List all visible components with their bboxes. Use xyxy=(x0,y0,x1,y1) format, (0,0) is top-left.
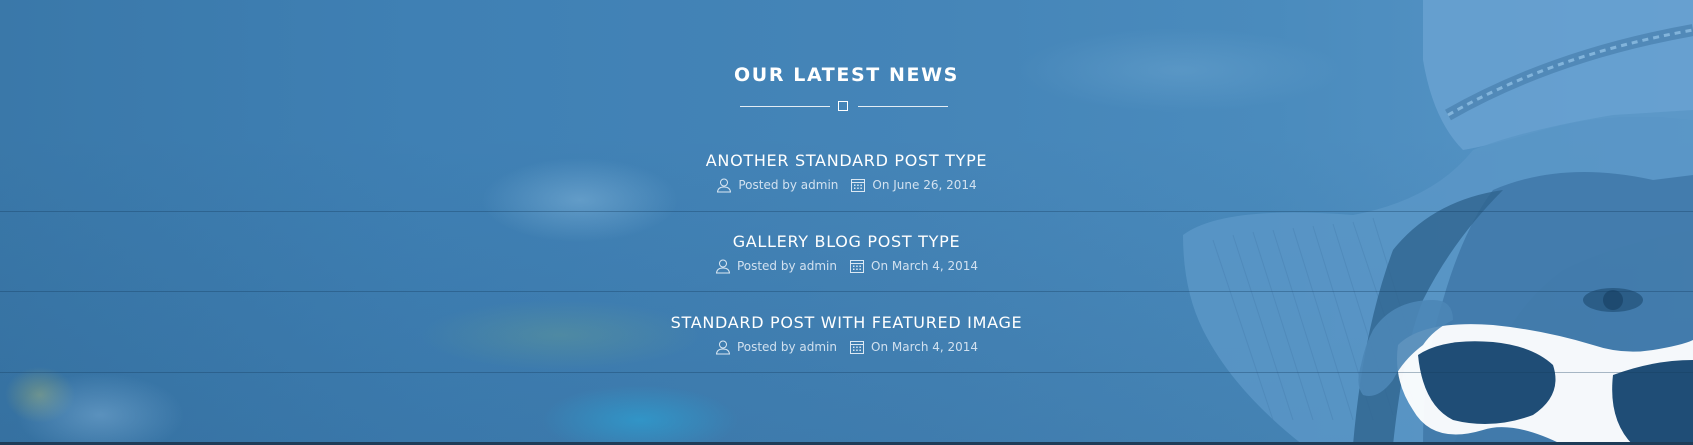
section-heading: OUR LATEST NEWS xyxy=(734,64,959,86)
divider-square-icon xyxy=(838,101,848,111)
calendar-icon xyxy=(851,179,866,192)
post-title-link[interactable]: STANDARD POST WITH FEATURED IMAGE xyxy=(0,313,1693,332)
news-item: STANDARD POST WITH FEATURED IMAGE Posted… xyxy=(0,313,1693,360)
calendar-icon xyxy=(850,341,864,354)
post-date: On March 4, 2014 xyxy=(871,340,979,354)
post-author[interactable]: Posted by admin xyxy=(738,178,838,192)
post-title-link[interactable]: ANOTHER STANDARD POST TYPE xyxy=(0,151,1693,170)
post-date: On June 26, 2014 xyxy=(872,178,977,192)
row-separator xyxy=(0,211,1693,212)
divider-line-left xyxy=(740,106,830,107)
user-icon xyxy=(715,340,730,355)
post-meta: Posted by admin On March 4, 2014 xyxy=(715,339,978,355)
post-author[interactable]: Posted by admin xyxy=(737,259,837,273)
post-title-link[interactable]: GALLERY BLOG POST TYPE xyxy=(0,232,1693,251)
row-separator xyxy=(0,372,1693,373)
post-author[interactable]: Posted by admin xyxy=(737,340,837,354)
news-item: GALLERY BLOG POST TYPE Posted by admin O… xyxy=(0,232,1693,279)
news-item: ANOTHER STANDARD POST TYPE Posted by adm… xyxy=(0,151,1693,198)
heading-divider xyxy=(740,100,948,113)
latest-news-section: OUR LATEST NEWS ANOTHER STANDARD POST TY… xyxy=(0,0,1693,445)
user-icon xyxy=(717,178,732,193)
post-meta: Posted by admin On March 4, 2014 xyxy=(715,258,978,274)
row-separator xyxy=(0,291,1693,292)
post-meta: Posted by admin On June 26, 2014 xyxy=(716,177,977,193)
post-date: On March 4, 2014 xyxy=(871,259,979,273)
calendar-icon xyxy=(850,260,864,273)
divider-line-right xyxy=(858,106,948,107)
user-icon xyxy=(715,259,730,274)
